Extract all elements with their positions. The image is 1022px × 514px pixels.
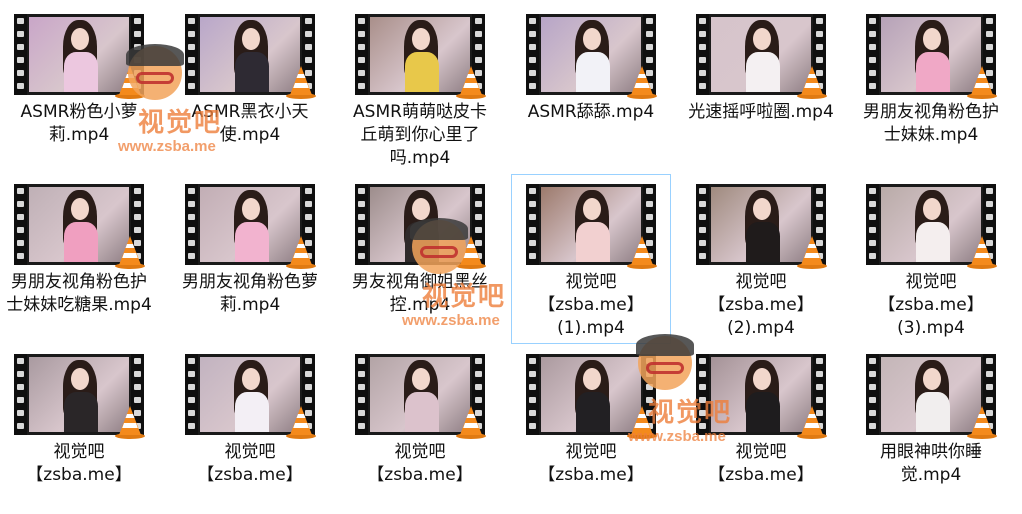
file-item[interactable]: 用眼神哄你睡觉.mp4 xyxy=(851,344,1011,514)
vlc-cone-icon xyxy=(967,66,997,99)
vlc-cone-icon xyxy=(627,236,657,269)
vlc-cone-icon xyxy=(967,406,997,439)
file-item[interactable]: 男朋友视角粉色护士妹妹吃糖果.mp4 xyxy=(0,174,159,344)
video-thumbnail xyxy=(355,184,486,269)
film-strip-left xyxy=(14,184,27,265)
file-item[interactable]: 男友视角御姐黑丝控.mp4 xyxy=(340,174,500,344)
vlc-cone-icon xyxy=(115,406,145,439)
file-item[interactable]: ASMR舔舔.mp4 xyxy=(511,4,671,174)
file-item[interactable]: 光速摇呼啦圈.mp4 xyxy=(681,4,841,174)
vlc-cone-icon xyxy=(797,406,827,439)
film-strip-left xyxy=(866,354,879,435)
file-item[interactable]: ASMR粉色小萝莉.mp4 xyxy=(0,4,159,174)
file-name: 视觉吧【zsba.me】 xyxy=(538,442,644,485)
vlc-cone-icon xyxy=(797,236,827,269)
vlc-cone-icon xyxy=(967,236,997,269)
video-thumbnail xyxy=(696,184,827,269)
vlc-cone-icon xyxy=(456,236,486,269)
film-strip-left xyxy=(526,184,539,265)
file-name: 男朋友视角粉色萝莉.mp4 xyxy=(182,272,318,315)
vlc-cone-icon xyxy=(115,66,145,99)
film-strip-left xyxy=(866,14,879,95)
film-strip-left xyxy=(185,354,198,435)
file-item[interactable]: 视觉吧【zsba.me】 xyxy=(511,344,671,514)
film-strip-left xyxy=(866,184,879,265)
file-name: 视觉吧【zsba.me】 xyxy=(367,442,473,485)
file-name: ASMR粉色小萝莉.mp4 xyxy=(20,102,138,145)
vlc-cone-icon xyxy=(286,406,316,439)
video-thumbnail xyxy=(526,354,657,439)
file-name: 男友视角御姐黑丝控.mp4 xyxy=(352,272,488,315)
vlc-cone-icon xyxy=(456,406,486,439)
file-item[interactable]: 视觉吧【zsba.me】(2).mp4 xyxy=(681,174,841,344)
file-name: 视觉吧【zsba.me】 xyxy=(197,442,303,485)
film-strip-left xyxy=(185,14,198,95)
vlc-cone-icon xyxy=(456,66,486,99)
film-strip-left xyxy=(14,14,27,95)
film-strip-left xyxy=(526,354,539,435)
film-strip-left xyxy=(526,14,539,95)
file-item[interactable]: 视觉吧【zsba.me】(3).mp4 xyxy=(851,174,1011,344)
film-strip-left xyxy=(14,354,27,435)
video-thumbnail xyxy=(526,184,657,269)
film-strip-left xyxy=(355,184,368,265)
video-thumbnail xyxy=(866,14,997,99)
file-grid: ASMR粉色小萝莉.mp4 ASMR黑衣小天使.mp4 ASMR萌萌哒皮卡丘萌到你心… xyxy=(0,0,1022,485)
file-item[interactable]: ASMR萌萌哒皮卡丘萌到你心里了吗.mp4 xyxy=(340,4,500,174)
film-strip-left xyxy=(355,354,368,435)
file-name: 视觉吧【zsba.me】(1).mp4 xyxy=(538,272,644,338)
file-item[interactable]: ASMR黑衣小天使.mp4 xyxy=(170,4,330,174)
file-item[interactable]: 男朋友视角粉色护士妹妹.mp4 xyxy=(851,4,1011,174)
vlc-cone-icon xyxy=(797,66,827,99)
file-item[interactable]: 视觉吧【zsba.me】 xyxy=(340,344,500,514)
file-name: ASMR舔舔.mp4 xyxy=(527,102,655,122)
film-strip-left xyxy=(696,14,709,95)
video-thumbnail xyxy=(696,14,827,99)
video-thumbnail xyxy=(355,354,486,439)
video-thumbnail xyxy=(185,184,316,269)
file-item[interactable]: 男朋友视角粉色萝莉.mp4 xyxy=(170,174,330,344)
video-thumbnail xyxy=(355,14,486,99)
video-thumbnail xyxy=(185,14,316,99)
video-thumbnail xyxy=(14,14,145,99)
file-name: 视觉吧【zsba.me】(2).mp4 xyxy=(708,272,814,338)
file-name: ASMR黑衣小天使.mp4 xyxy=(191,102,309,145)
file-item[interactable]: 视觉吧【zsba.me】(1).mp4 xyxy=(511,174,671,344)
file-name: 男朋友视角粉色护士妹妹吃糖果.mp4 xyxy=(6,272,152,315)
film-strip-left xyxy=(696,354,709,435)
file-item[interactable]: 视觉吧【zsba.me】 xyxy=(681,344,841,514)
vlc-cone-icon xyxy=(627,66,657,99)
file-name: 男朋友视角粉色护士妹妹.mp4 xyxy=(863,102,999,145)
vlc-cone-icon xyxy=(286,66,316,99)
file-name: 光速摇呼啦圈.mp4 xyxy=(688,102,834,122)
film-strip-left xyxy=(355,14,368,95)
file-item[interactable]: 视觉吧【zsba.me】 xyxy=(170,344,330,514)
vlc-cone-icon xyxy=(286,236,316,269)
video-thumbnail xyxy=(866,354,997,439)
file-item[interactable]: 视觉吧【zsba.me】 xyxy=(0,344,159,514)
film-strip-left xyxy=(185,184,198,265)
file-name: ASMR萌萌哒皮卡丘萌到你心里了吗.mp4 xyxy=(353,102,487,168)
video-thumbnail xyxy=(526,14,657,99)
video-thumbnail xyxy=(14,354,145,439)
video-thumbnail xyxy=(185,354,316,439)
vlc-cone-icon xyxy=(627,406,657,439)
vlc-cone-icon xyxy=(115,236,145,269)
file-name: 用眼神哄你睡觉.mp4 xyxy=(880,442,982,485)
file-name: 视觉吧【zsba.me】 xyxy=(26,442,132,485)
video-thumbnail xyxy=(866,184,997,269)
video-thumbnail xyxy=(14,184,145,269)
film-strip-left xyxy=(696,184,709,265)
file-name: 视觉吧【zsba.me】(3).mp4 xyxy=(878,272,984,338)
file-name: 视觉吧【zsba.me】 xyxy=(708,442,814,485)
video-thumbnail xyxy=(696,354,827,439)
